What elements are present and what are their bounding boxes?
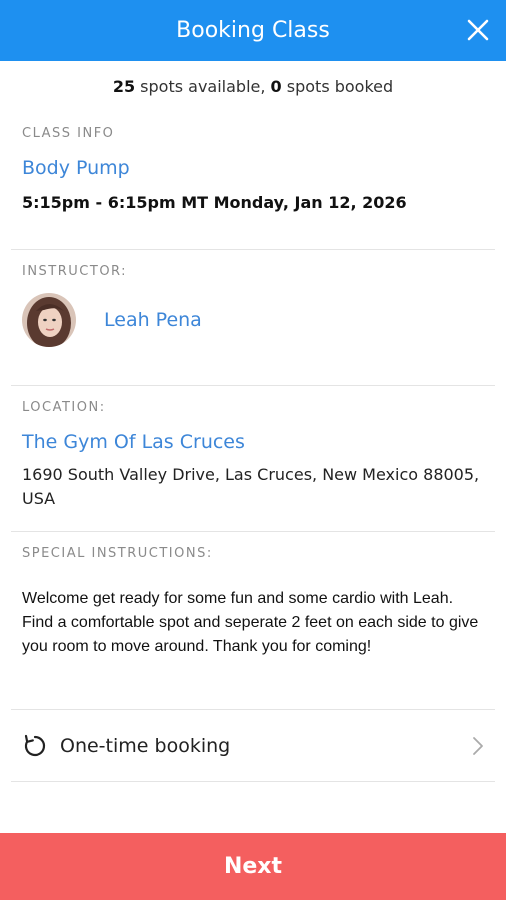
- class-name-link[interactable]: Body Pump: [22, 157, 484, 179]
- page-title: Booking Class: [176, 18, 330, 43]
- instructor-section: INSTRUCTOR: Leah Pena: [11, 250, 495, 386]
- location-address: 1690 South Valley Drive, Las Cruces, New…: [22, 465, 480, 508]
- spots-booked-count: 0: [270, 77, 282, 96]
- special-instructions-text: Welcome get ready for some fun and some …: [22, 590, 479, 655]
- avatar[interactable]: [22, 293, 76, 347]
- close-icon: [467, 19, 489, 41]
- booking-type-label: One-time booking: [60, 734, 231, 757]
- spots-booked-text: spots booked: [281, 77, 394, 96]
- class-info-section: CLASS INFO Body Pump 5:15pm - 6:15pm MT …: [11, 90, 495, 250]
- chevron-right-icon: [473, 736, 483, 755]
- special-instructions-label: SPECIAL INSTRUCTIONS:: [22, 546, 213, 561]
- location-label: LOCATION:: [22, 400, 106, 415]
- location-name-link[interactable]: The Gym Of Las Cruces: [22, 431, 484, 453]
- header-bar: Booking Class: [0, 0, 506, 61]
- location-section: LOCATION: The Gym Of Las Cruces 1690 Sou…: [11, 386, 495, 532]
- spots-available-count: 25: [112, 77, 136, 96]
- booking-type-row[interactable]: One-time booking: [11, 710, 495, 782]
- special-instructions-section: SPECIAL INSTRUCTIONS: Welcome get ready …: [11, 532, 495, 710]
- next-button[interactable]: Next: [0, 833, 506, 900]
- class-info-label: CLASS INFO: [22, 126, 115, 141]
- instructor-name-link[interactable]: Leah Pena: [104, 309, 202, 331]
- refresh-icon: [24, 734, 46, 756]
- close-button[interactable]: [462, 14, 494, 46]
- spots-available-text: spots available,: [135, 77, 271, 96]
- class-time: 5:15pm - 6:15pm MT Monday, Jan 12, 2026: [22, 193, 407, 212]
- instructor-label: INSTRUCTOR:: [22, 264, 128, 279]
